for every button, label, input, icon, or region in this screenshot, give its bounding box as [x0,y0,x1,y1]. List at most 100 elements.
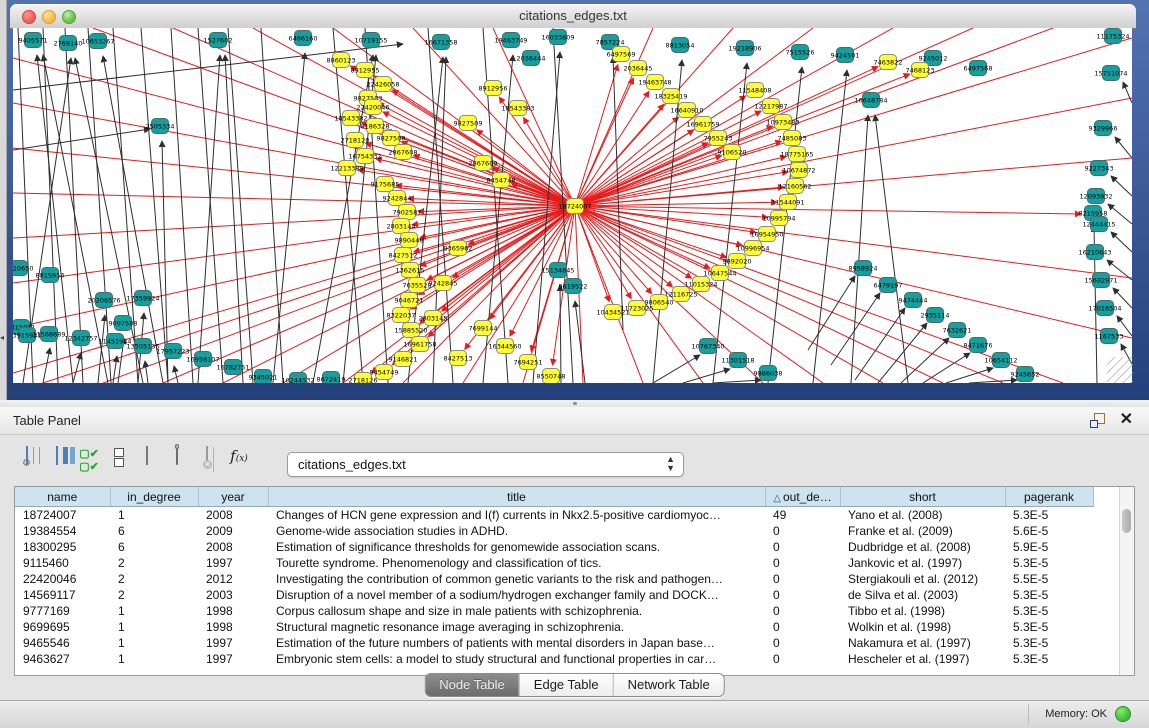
node-label: 8427513 [444,355,473,363]
node-label: 8322037 [387,312,416,320]
network-canvas[interactable]: 9405571276914010653267152760264661601071… [13,28,1132,383]
node-label: 11015324 [684,281,717,289]
node-label: 2718120 [341,137,370,145]
node-label: 18775165 [780,151,813,159]
node-label: 10647544 [703,270,736,278]
table-row[interactable]: 1872400712008Changes of HCN gene express… [15,507,1119,524]
node-label: 10767340 [691,343,724,351]
node-label: 8813054 [666,42,695,50]
node-label: 16033809 [541,34,574,42]
node-label: 12342757 [64,335,97,343]
close-panel-icon[interactable]: ✕ [1120,411,1133,429]
node-label: 2036445 [624,65,653,73]
node-table-grid[interactable]: namein_degreeyeartitle△out_de…shortpager… [15,487,1119,667]
node-label: 9046721 [395,297,424,305]
column-header-pagerank[interactable]: pagerank [1005,487,1093,507]
node-label: 10244532 [281,377,314,384]
show-columns-icon[interactable] [44,447,70,473]
node-label: 2867609 [469,160,498,168]
window-resize-grip[interactable] [1107,357,1133,383]
status-separator [1028,704,1029,725]
table-row[interactable]: 1456911722003Disruption of a novel membe… [15,587,1119,603]
select-columns-icon[interactable]: ▢✔▢✔ [76,447,102,473]
scrollbar-thumb[interactable] [1122,509,1131,533]
column-header-name[interactable]: name [15,487,110,507]
node-label: 12213389 [330,165,363,173]
delete-columns-icon[interactable] [164,447,190,473]
table-mode-icon[interactable]: ⚙ [14,447,40,473]
node-label: 9890448 [395,237,424,245]
node-label: 9619522 [559,283,588,291]
function-builder-icon[interactable]: f(x) [226,447,252,473]
node-label: 12444415 [1082,221,1115,229]
table-scrollbar[interactable] [1119,487,1134,675]
node-label: 9892020 [723,258,752,266]
column-header-in_degree[interactable]: in_degree [110,487,198,507]
network-desktop: ◂ citations_edges.txt 94055712769 [0,0,1149,400]
memory-indicator-icon[interactable] [1115,706,1131,722]
node-label: 10973483 [766,119,799,127]
table-row[interactable]: 969969511998Structural magnetic resonanc… [15,619,1119,635]
table-panel: Table Panel ✕ ⚙ ▢✔▢✔ ✕ f(x) citations_ed… [0,407,1149,700]
node-label: 16640910 [670,107,703,115]
node-label: 7699144 [469,325,498,333]
table-row[interactable]: 1938455462009Genome-wide association stu… [15,523,1119,539]
node-label: 12160562 [778,183,811,191]
window-title: citations_edges.txt [10,8,1136,23]
column-header-year[interactable]: year [198,487,268,507]
node-label: 15751074 [1094,70,1127,78]
horizontal-splitter[interactable] [0,400,1149,407]
column-header-out_de[interactable]: △out_de… [765,487,840,507]
node-label: 2867608 [389,149,418,157]
node-label: 8550748 [537,373,566,381]
table-selector-dropdown[interactable]: citations_edges.txt ▲▼ [287,452,684,477]
node-label: 16648784 [854,97,887,105]
panel-collapse-arrow-icon[interactable]: ◂ [0,334,4,342]
node-label: 6497569 [607,51,636,59]
table-row[interactable]: 946554611997Estimation of the future num… [15,635,1119,651]
table-row[interactable]: 977716911998Corpus callosum shape and si… [15,603,1119,619]
node-label: 15692971 [1084,277,1117,285]
node-label: 16210643 [1078,249,1111,257]
table-selector-value: citations_edges.txt [298,457,406,472]
tab-node-table[interactable]: Node Table [425,674,520,696]
node-label: 9245012 [919,55,948,63]
node-label: 8454748 [487,177,516,185]
tab-network-table[interactable]: Network Table [614,674,724,696]
node-label: 8672419 [317,376,346,384]
table-row[interactable]: 946362711997Embryonic stem cells: a mode… [15,651,1119,667]
node-label: 8454749 [370,369,399,377]
new-table-icon[interactable] [134,447,160,473]
table-row[interactable]: 911546021997Tourette syndrome. Phenomeno… [15,555,1119,571]
node-label: 16958107 [186,356,219,364]
table-panel-title: Table Panel [13,413,81,428]
tab-edge-table[interactable]: Edge Table [520,674,614,696]
node-label: 11544091 [771,199,804,207]
node-label: 9827509 [454,120,483,128]
row-height-icon[interactable] [106,447,132,473]
node-label: 9106520 [718,149,747,157]
dropdown-stepper-icon: ▲▼ [666,455,675,473]
node-label: 7463822 [874,59,903,67]
node-label: 11301518 [721,357,754,365]
node-label: 16961758 [403,341,436,349]
node-label: 16782751 [216,364,249,372]
node-label: 2803144 [387,223,416,231]
float-window-icon[interactable] [1090,413,1105,428]
network-nodes[interactable]: 9405571276914010653267152760264661601071… [13,29,1130,384]
node-label: 18724007 [558,203,591,211]
table-row[interactable]: 1830029562008Estimation of significance … [15,539,1119,555]
node-label: 8912956 [479,85,508,93]
node-label: 9175685 [371,181,400,189]
table-row[interactable]: 2242004622012Investigating the contribut… [15,571,1119,587]
node-label: 11175324 [1096,33,1129,41]
node-label: 7635528 [403,282,432,290]
network-window-titlebar[interactable]: citations_edges.txt [10,4,1136,29]
node-label: 9474444 [899,297,928,305]
node-label: 9827508 [377,135,406,143]
node-label: 10719155 [354,37,387,45]
column-header-title[interactable]: title [268,487,765,507]
column-header-short[interactable]: short [840,487,1005,507]
node-label: 9329966 [1089,125,1118,133]
node-label: 17957223 [156,348,189,356]
